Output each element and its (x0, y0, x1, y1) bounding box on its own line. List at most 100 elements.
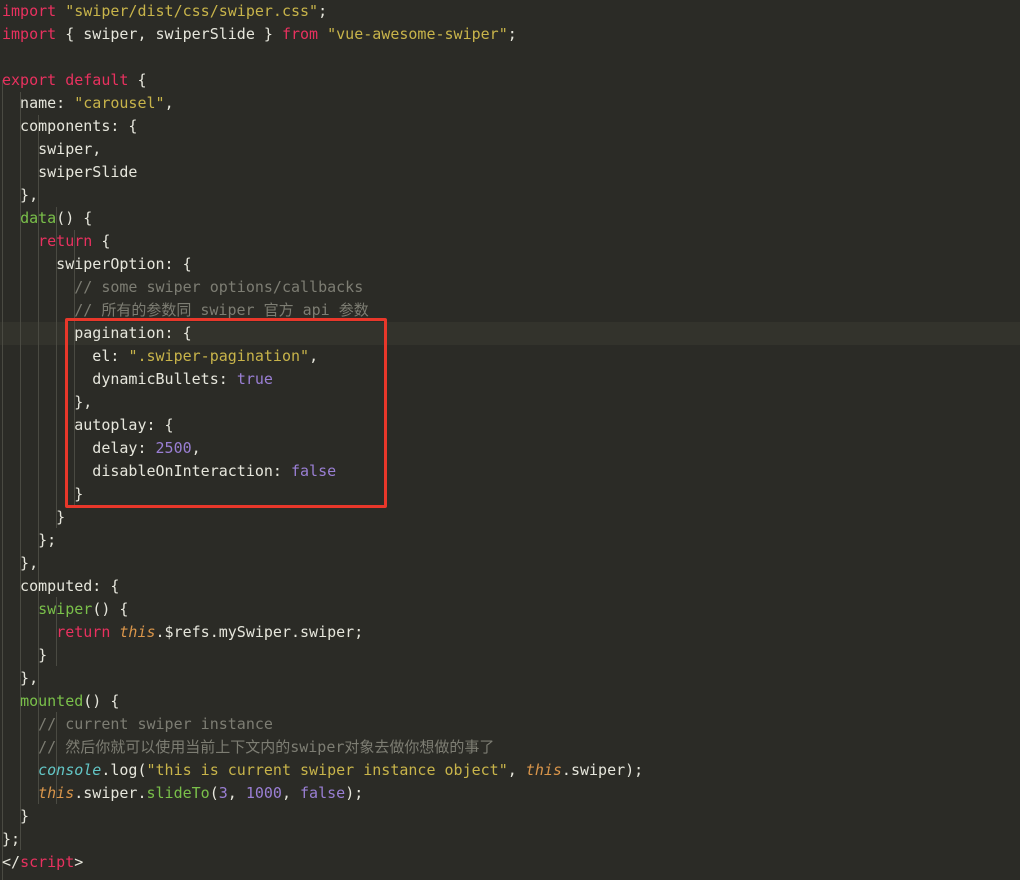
code-line[interactable]: } (0, 483, 643, 506)
code-token-plain: }; (2, 531, 57, 549)
code-line[interactable]: } (0, 506, 643, 529)
code-line[interactable]: // current swiper instance (0, 713, 643, 736)
code-token-num: 1000 (245, 784, 282, 802)
code-line[interactable]: // 所有的参数同 swiper 官方 api 参数 (0, 299, 643, 322)
code-line[interactable] (0, 46, 643, 69)
code-token-plain: components: { (2, 117, 138, 135)
code-line[interactable]: console.log("this is current swiper inst… (0, 759, 643, 782)
code-line[interactable]: mounted() { (0, 690, 643, 713)
code-token-plain: .log( (101, 761, 147, 779)
code-token-num: 2500 (155, 439, 192, 457)
code-token-console: console (38, 761, 102, 779)
code-line[interactable]: autoplay: { (0, 414, 643, 437)
code-token-plain: delay: (2, 439, 156, 457)
code-token-plain: .swiper. (74, 784, 147, 802)
code-token-plain: .swiper); (561, 761, 644, 779)
code-line[interactable]: // some swiper options/callbacks (0, 276, 643, 299)
code-editor-viewport[interactable]: import "swiper/dist/css/swiper.css"; impo… (0, 0, 1020, 880)
code-token-plain: , (507, 761, 526, 779)
code-token-bool: true (236, 370, 273, 388)
code-token-plain: autoplay: { (2, 416, 174, 434)
code-token-cmt: // 然后你就可以使用当前上下文内的swiper对象去做你想做的事了 (38, 738, 495, 756)
code-token-plain: , (227, 784, 246, 802)
code-line[interactable]: data() { (0, 207, 643, 230)
code-token-plain: }, (2, 186, 39, 204)
code-token-plain: , (281, 784, 301, 802)
code-line[interactable]: swiperSlide (0, 161, 643, 184)
code-token-this: this (525, 761, 562, 779)
code-line[interactable]: } (0, 644, 643, 667)
code-token-plain: </ (2, 853, 21, 871)
code-token-plain: }, (2, 669, 39, 687)
code-line[interactable]: return this.$refs.mySwiper.swiper; (0, 621, 643, 644)
code-line[interactable]: delay: 2500, (0, 437, 643, 460)
code-line[interactable]: // 然后你就可以使用当前上下文内的swiper对象去做你想做的事了 (0, 736, 643, 759)
code-line[interactable]: components: { (0, 115, 643, 138)
code-line[interactable]: }, (0, 184, 643, 207)
code-token-kw: default (65, 71, 129, 89)
code-line[interactable]: swiper() { (0, 598, 643, 621)
code-token-str: "swiper/dist/css/swiper.css" (65, 2, 319, 20)
code-content[interactable]: import "swiper/dist/css/swiper.css"; impo… (0, 0, 643, 874)
code-token-plain: .$refs.mySwiper.swiper; (155, 623, 364, 641)
code-line[interactable]: }, (0, 391, 643, 414)
code-token-bool: false (300, 784, 346, 802)
code-token-kw: import (2, 25, 57, 43)
code-token-plain: dynamicBullets: (2, 370, 237, 388)
code-line[interactable]: export default { (0, 69, 643, 92)
code-line[interactable]: }; (0, 529, 643, 552)
code-token-cmt: // current swiper instance (38, 715, 273, 733)
code-token-plain: , (309, 347, 319, 365)
code-line[interactable]: computed: { (0, 575, 643, 598)
code-line[interactable]: this.swiper.slideTo(3, 1000, false); (0, 782, 643, 805)
code-token-plain: () { (56, 209, 93, 227)
code-line[interactable]: disableOnInteraction: false (0, 460, 643, 483)
code-token-str: "vue-awesome-swiper" (327, 25, 508, 43)
code-token-cmt: // some swiper options/callbacks (74, 278, 364, 296)
code-token-plain: { (128, 71, 147, 89)
code-token-plain: () { (92, 600, 129, 618)
code-line[interactable]: swiperOption: { (0, 253, 643, 276)
code-line[interactable]: }, (0, 667, 643, 690)
code-token-plain: } (2, 485, 84, 503)
code-token-bool: false (290, 462, 337, 480)
code-token-plain: > (74, 853, 84, 871)
code-token-kw: from (281, 25, 319, 43)
code-token-fn: mounted (20, 692, 84, 710)
code-line[interactable]: return { (0, 230, 643, 253)
code-line[interactable]: swiper, (0, 138, 643, 161)
code-token-plain: ); (345, 784, 364, 802)
code-token-fn: slideTo (146, 784, 210, 802)
code-line[interactable]: dynamicBullets: true (0, 368, 643, 391)
code-token-fn: swiper (38, 600, 93, 618)
code-token-this: this (119, 623, 156, 641)
code-line[interactable]: el: ".swiper-pagination", (0, 345, 643, 368)
code-token-kw: import (2, 2, 57, 20)
code-token-plain: , (164, 94, 174, 112)
code-line[interactable]: pagination: { (0, 322, 643, 345)
code-token-plain: swiperSlide (2, 163, 138, 181)
code-token-plain: }, (2, 554, 39, 572)
code-line[interactable]: name: "carousel", (0, 92, 643, 115)
code-line[interactable]: import "swiper/dist/css/swiper.css"; (0, 0, 643, 23)
code-line[interactable]: }, (0, 552, 643, 575)
code-token-cmt: // 所有的参数同 swiper 官方 api 参数 (74, 301, 369, 319)
code-token-plain: } (2, 646, 48, 664)
code-line[interactable]: }; (0, 828, 643, 851)
code-line[interactable]: } (0, 805, 643, 828)
code-line[interactable]: import { swiper, swiperSlide } from "vue… (0, 23, 643, 46)
code-token-plain: ; (507, 25, 517, 43)
code-token-plain: } (2, 508, 66, 526)
code-line[interactable]: </script> (0, 851, 643, 874)
code-token-kw: return (38, 232, 93, 250)
code-token-this: this (38, 784, 75, 802)
